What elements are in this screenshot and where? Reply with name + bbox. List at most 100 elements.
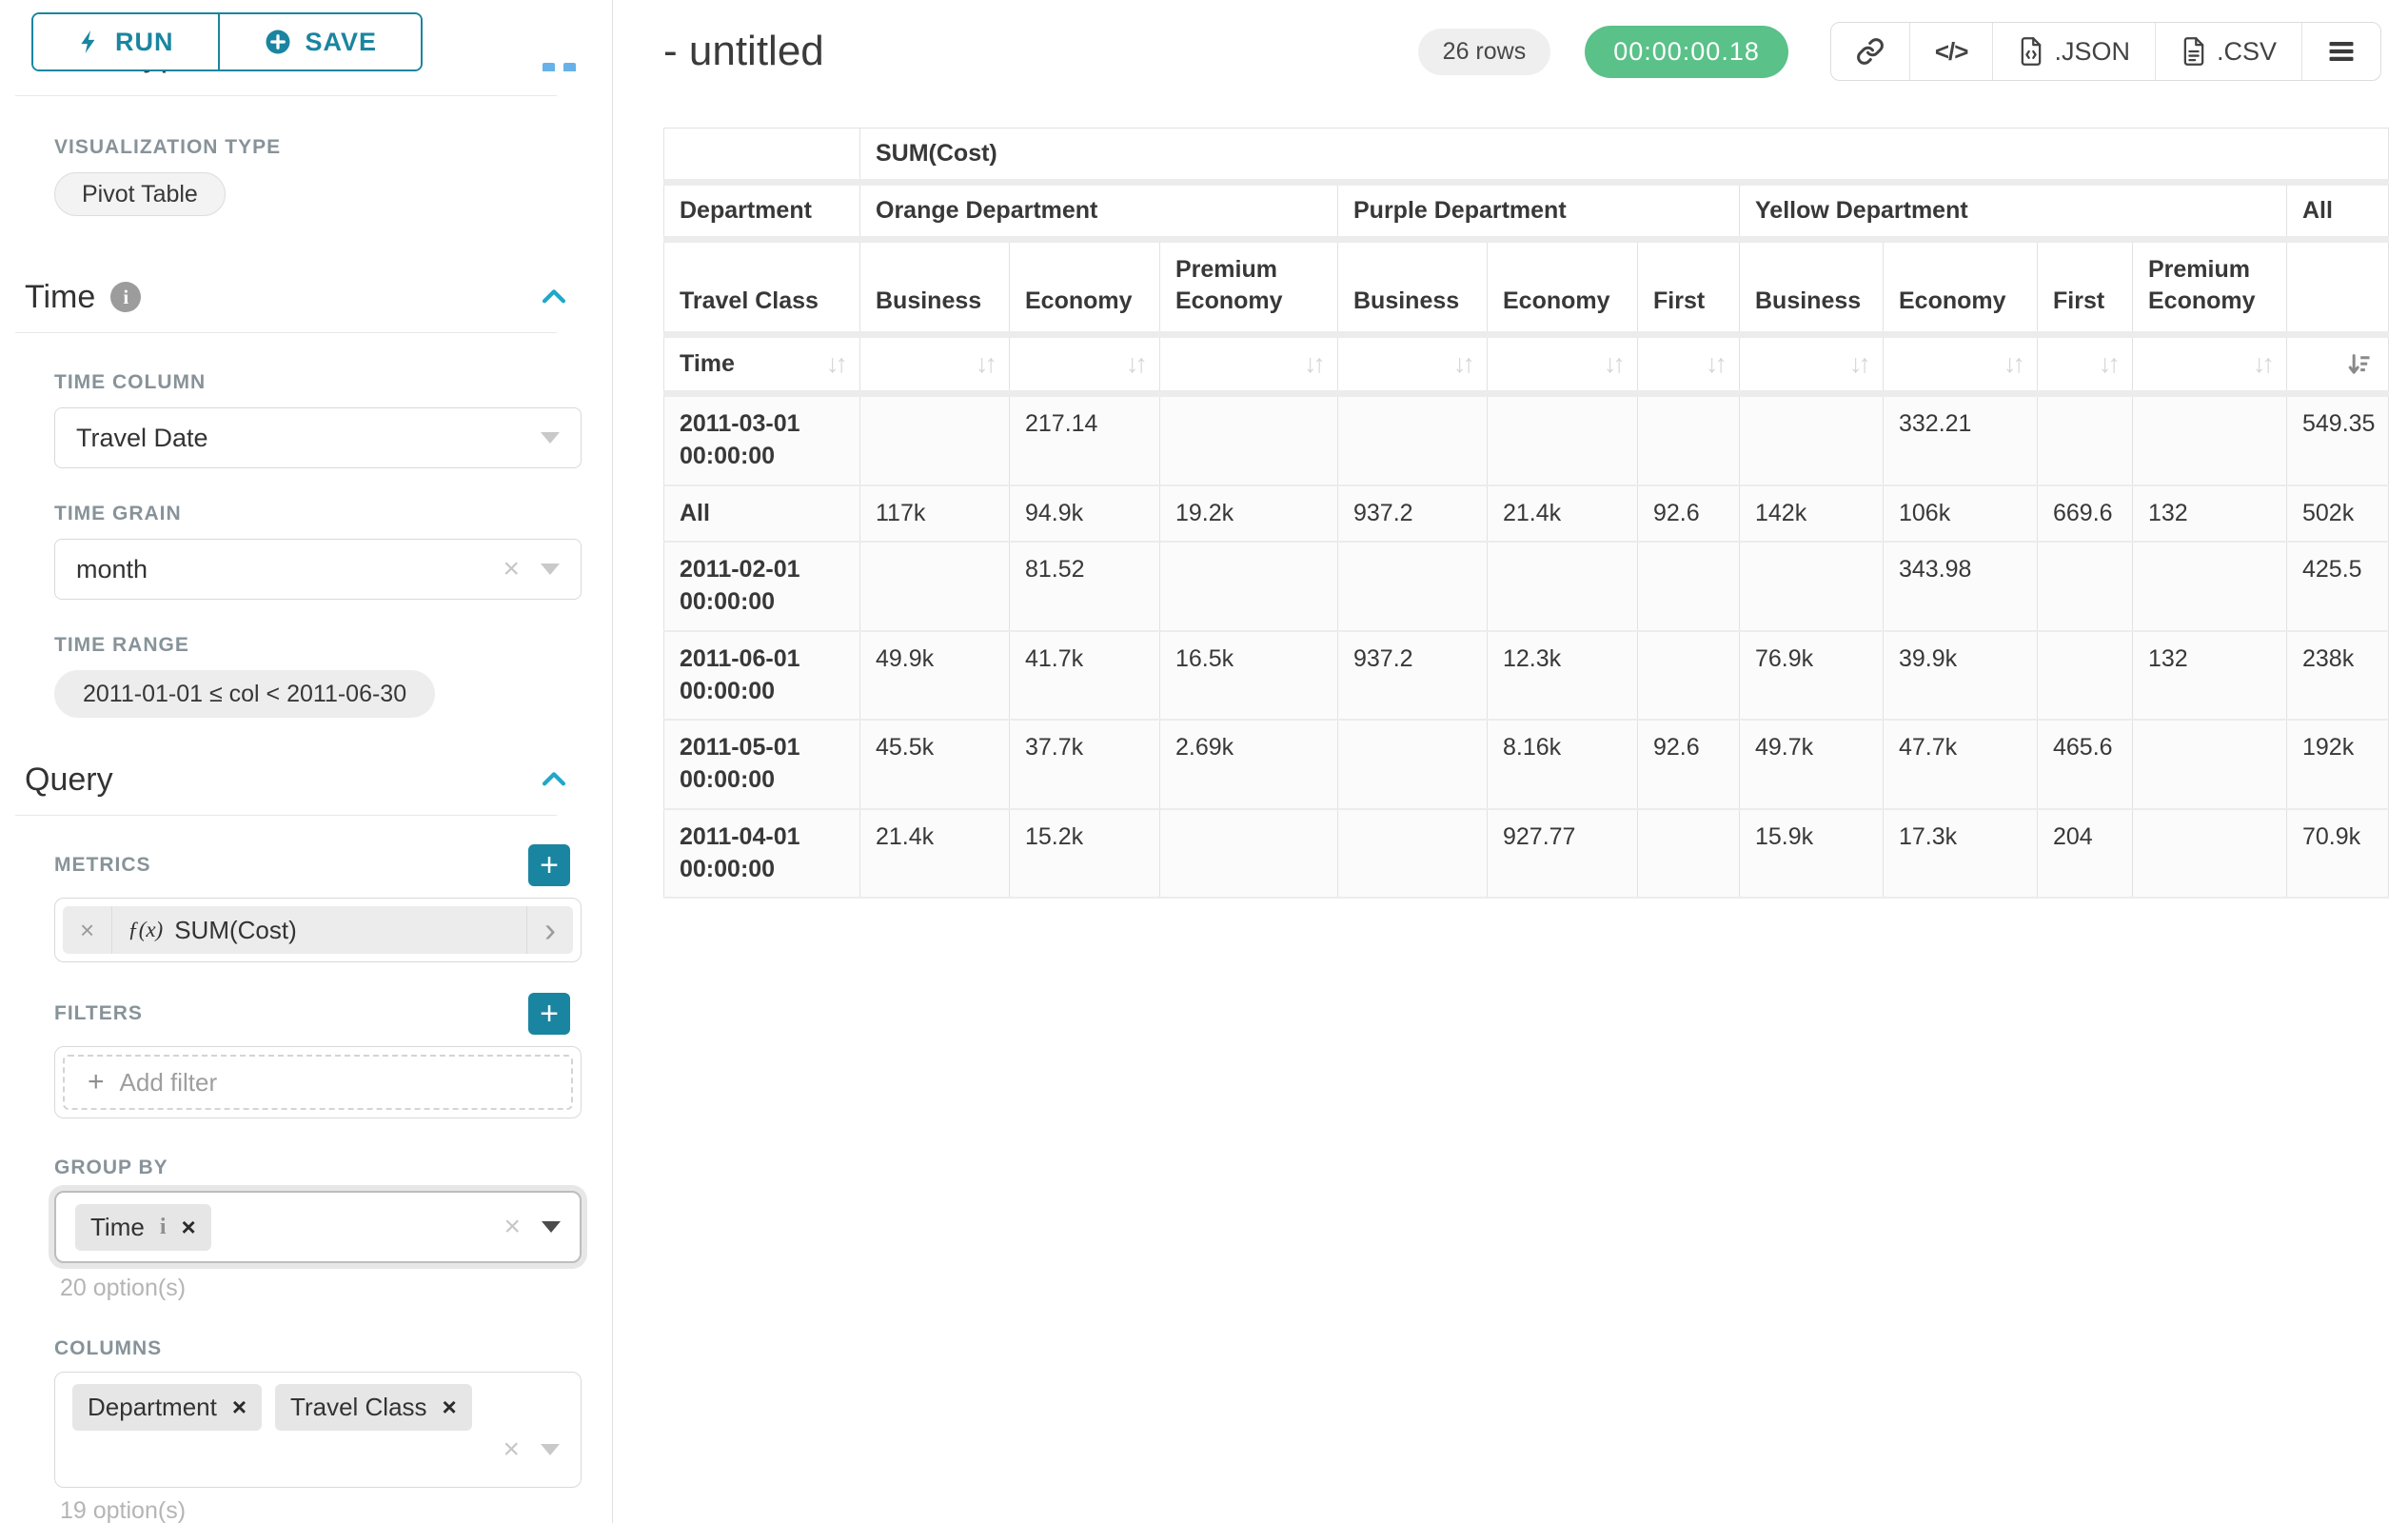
value-cell: 937.2 xyxy=(1338,485,1488,543)
save-button[interactable]: SAVE xyxy=(218,14,422,69)
sort-icon[interactable]: ↓↑ xyxy=(1604,349,1622,379)
sort-header[interactable]: ↓↑ xyxy=(1488,335,1638,394)
travel-class-header: First xyxy=(1638,240,1740,335)
columns-tag[interactable]: Department × xyxy=(72,1384,262,1431)
sort-icon[interactable]: ↓↑ xyxy=(826,349,844,379)
clear-icon[interactable]: × xyxy=(503,1434,520,1466)
sort-header[interactable]: ↓↑ xyxy=(2133,335,2287,394)
caret-down-icon xyxy=(541,564,560,575)
run-button[interactable]: RUN xyxy=(33,14,218,69)
value-cell xyxy=(1638,631,1740,721)
export-csv-label: .CSV xyxy=(2217,37,2277,67)
sort-icon[interactable]: ↓↑ xyxy=(2099,349,2117,379)
metric-pill[interactable]: × ƒ(x) SUM(Cost) › xyxy=(63,906,573,954)
value-cell: 502k xyxy=(2287,485,2389,543)
row-header: All xyxy=(664,485,860,543)
time-section-header[interactable]: Time i xyxy=(25,277,570,317)
column-group-header: Purple Department xyxy=(1338,183,1740,240)
value-cell: 49.7k xyxy=(1740,720,1884,809)
columns-tag[interactable]: Travel Class× xyxy=(275,1384,472,1431)
clear-icon[interactable]: × xyxy=(503,1211,521,1243)
function-icon: ƒ(x) xyxy=(128,918,163,942)
time-section-title: Time xyxy=(25,279,95,316)
sort-header[interactable]: ↓↑ xyxy=(1160,335,1338,394)
column-group-header: Orange Department xyxy=(860,183,1338,240)
remove-tag-icon[interactable]: × xyxy=(181,1213,195,1242)
time-column-select[interactable]: Travel Date xyxy=(54,407,582,468)
group-by-tag[interactable]: Timei× xyxy=(75,1204,211,1251)
sort-icon[interactable]: ↓↑ xyxy=(976,349,994,379)
menu-button[interactable] xyxy=(2301,23,2380,80)
value-cell xyxy=(1488,542,1638,631)
time-grain-select[interactable]: month × xyxy=(54,539,582,600)
time-grain-value: month xyxy=(76,555,148,584)
remove-tag-icon[interactable]: × xyxy=(443,1393,457,1422)
sort-header[interactable]: ↓↑ xyxy=(2038,335,2133,394)
chevron-right-icon[interactable]: › xyxy=(526,906,573,954)
viz-thumbnail-clipped-icon xyxy=(563,63,576,71)
sort-header[interactable]: ↓↑ xyxy=(860,335,1010,394)
tag-label: Department xyxy=(88,1393,217,1422)
caret-down-icon xyxy=(541,432,560,444)
table-row: 2011-02-01 00:00:0081.52343.98425.5 xyxy=(664,542,2389,631)
value-cell: 15.9k xyxy=(1740,809,1884,899)
value-cell: 425.5 xyxy=(2287,542,2389,631)
visualization-type-pill[interactable]: Pivot Table xyxy=(54,172,226,216)
remove-metric-icon[interactable]: × xyxy=(63,906,112,954)
time-range-pill[interactable]: 2011-01-01 ≤ col < 2011-06-30 xyxy=(54,670,435,718)
sort-header[interactable]: ↓↑ xyxy=(1338,335,1488,394)
sort-header[interactable]: ↓↑ xyxy=(1010,335,1160,394)
value-cell xyxy=(1338,542,1488,631)
value-cell: 37.7k xyxy=(1010,720,1160,809)
pivot-table-container: SUM(Cost)DepartmentOrange DepartmentPurp… xyxy=(663,128,2381,899)
sort-icon[interactable]: ↓↑ xyxy=(2003,349,2022,379)
hamburger-menu-icon xyxy=(2327,39,2356,64)
export-json-button[interactable]: .JSON xyxy=(1992,23,2155,80)
chevron-up-icon[interactable] xyxy=(538,763,570,796)
query-section-header[interactable]: Query xyxy=(25,760,570,800)
value-cell xyxy=(1338,720,1488,809)
sort-desc-active-icon[interactable] xyxy=(2346,351,2373,378)
value-cell: 142k xyxy=(1740,485,1884,543)
sort-header[interactable]: ↓↑ xyxy=(1884,335,2038,394)
sort-header-time[interactable]: Time↓↑ xyxy=(664,335,860,394)
divider xyxy=(15,815,557,816)
sort-icon[interactable]: ↓↑ xyxy=(1453,349,1471,379)
chart-title[interactable]: - untitled xyxy=(663,28,1418,75)
sort-header[interactable]: ↓↑ xyxy=(1638,335,1740,394)
sort-header[interactable] xyxy=(2287,335,2389,394)
remove-tag-icon[interactable]: × xyxy=(232,1393,247,1422)
sort-icon[interactable]: ↓↑ xyxy=(1849,349,1867,379)
value-cell xyxy=(1638,394,1740,485)
value-cell: 238k xyxy=(2287,631,2389,721)
sort-icon[interactable]: ↓↑ xyxy=(1706,349,1724,379)
file-text-icon xyxy=(2181,36,2207,67)
sort-icon[interactable]: ↓↑ xyxy=(1304,349,1322,379)
add-metric-button[interactable]: + xyxy=(528,844,570,886)
group-by-options-hint: 20 option(s) xyxy=(60,1275,612,1299)
value-cell: 117k xyxy=(860,485,1010,543)
group-by-select[interactable]: Timei× × xyxy=(54,1191,582,1263)
export-csv-button[interactable]: .CSV xyxy=(2155,23,2301,80)
chevron-up-icon[interactable] xyxy=(538,281,570,313)
value-cell: 92.6 xyxy=(1638,485,1740,543)
query-timer-badge: 00:00:00.18 xyxy=(1585,26,1788,78)
value-cell: 16.5k xyxy=(1160,631,1338,721)
clear-icon[interactable]: × xyxy=(503,553,520,585)
value-cell: 39.9k xyxy=(1884,631,2038,721)
copy-link-button[interactable] xyxy=(1831,23,1909,80)
metric-control: × ƒ(x) SUM(Cost) › xyxy=(54,898,582,962)
value-cell: 47.7k xyxy=(1884,720,2038,809)
columns-select[interactable]: Department×Travel Class× × xyxy=(54,1372,582,1488)
sort-icon[interactable]: ↓↑ xyxy=(2253,349,2271,379)
add-filter-plus-button[interactable]: + xyxy=(528,993,570,1035)
add-filter-button[interactable]: + Add filter xyxy=(63,1055,573,1110)
export-button-group: </> .JSON .CSV xyxy=(1830,22,2381,81)
main-panel: - untitled 26 rows 00:00:00.18 </> .JSON… xyxy=(613,0,2408,1523)
sort-header[interactable]: ↓↑ xyxy=(1740,335,1884,394)
value-cell xyxy=(1488,394,1638,485)
value-cell: 669.6 xyxy=(2038,485,2133,543)
embed-code-button[interactable]: </> xyxy=(1909,23,1993,80)
value-cell: 927.77 xyxy=(1488,809,1638,899)
sort-icon[interactable]: ↓↑ xyxy=(1126,349,1144,379)
